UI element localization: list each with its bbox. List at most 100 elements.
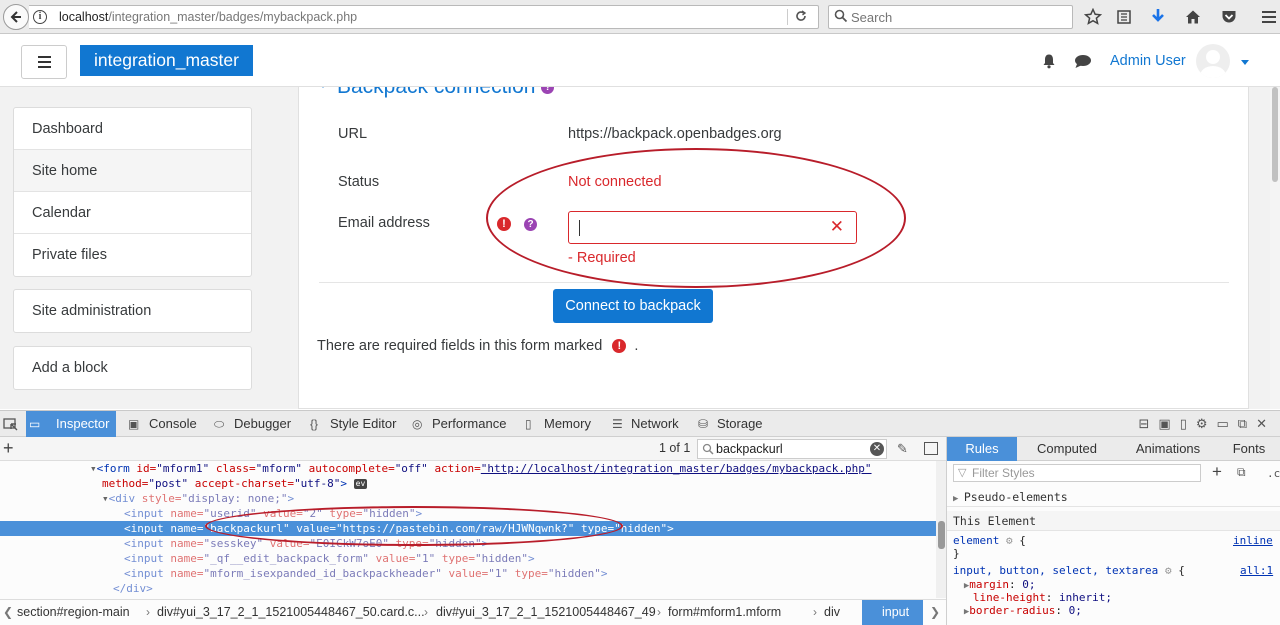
search-icon <box>702 443 714 455</box>
split-console-icon: ⊟ <box>1138 416 1159 431</box>
home-icon[interactable] <box>1183 7 1203 27</box>
breadcrumb-separator-icon: › <box>657 605 661 619</box>
browser-search-input[interactable] <box>851 8 1066 26</box>
bookmark-star-icon[interactable] <box>1083 7 1103 27</box>
css-declaration[interactable]: ▶border-radius: 0; <box>953 604 1082 619</box>
breadcrumb-scroll-right-icon[interactable]: ❯ <box>930 600 940 625</box>
rules-sidebar: Rules Computed Animations Fonts ▽ Filter … <box>946 437 1280 625</box>
markup-line[interactable]: <input name="userid" value="2" type="hid… <box>0 506 936 521</box>
email-help-icon[interactable]: ? <box>524 218 537 231</box>
node-breadcrumbs: ❮ section#region-main › div#yui_3_17_2_1… <box>0 599 946 625</box>
css-declaration[interactable]: line-height: inherit; <box>953 591 1112 605</box>
markup-line[interactable]: method="post" accept-charset="utf-8"> ev <box>0 476 936 491</box>
tab-console[interactable]: ▣ Console <box>120 411 204 437</box>
url-text[interactable]: localhost/integration_master/badges/myba… <box>59 10 357 24</box>
collapse-caret-icon[interactable] <box>319 87 327 88</box>
url-value: https://backpack.openbadges.org <box>568 126 782 142</box>
element-rule[interactable]: element ⚙ { <box>953 534 1026 548</box>
text-cursor <box>579 220 580 236</box>
tab-memory[interactable]: ▯ Memory <box>517 411 595 437</box>
markup-line[interactable]: ▾<form id="mform1" class="mform" autocom… <box>0 461 936 476</box>
reload-icon[interactable] <box>794 9 812 25</box>
markup-line[interactable]: ▾<div style="display: none;"> <box>0 491 936 506</box>
settings-gear-icon: ⚙ <box>1195 416 1217 431</box>
markup-search-box[interactable]: ✕ <box>697 439 887 459</box>
toggle-sidebar-icon[interactable] <box>924 442 938 455</box>
tab-style-editor[interactable]: {} Style Editor <box>302 411 398 437</box>
menu-icon[interactable] <box>1259 7 1279 27</box>
back-button[interactable] <box>3 4 29 30</box>
site-info-icon[interactable]: i <box>33 10 47 24</box>
clear-search-icon[interactable]: ✕ <box>870 442 884 456</box>
selected-markup-line[interactable]: <input name="backpackurl" value="https:/… <box>0 521 936 536</box>
sidebar-item-site-administration[interactable]: Site administration <box>14 290 251 332</box>
tab-fonts[interactable]: Fonts <box>1219 437 1279 461</box>
pocket-icon[interactable] <box>1219 7 1239 27</box>
sidebar-item-dashboard[interactable]: Dashboard <box>14 108 251 150</box>
tab-debugger[interactable]: ⬭ Debugger <box>206 411 298 437</box>
markup-toolbar: + 1 of 1 ✕ ✎ <box>0 437 946 461</box>
breadcrumb-item[interactable]: div#yui_3_17_2_1_1521005448467_49 <box>436 600 656 625</box>
markup-line[interactable]: <input name="sesskey" value="E0ICkW7oE0"… <box>0 536 936 551</box>
help-icon[interactable]: ? <box>541 87 555 94</box>
tab-rules[interactable]: Rules <box>947 437 1017 461</box>
add-rule-icon[interactable]: + <box>1212 462 1222 482</box>
breadcrumb-item[interactable]: section#region-main <box>17 600 130 625</box>
sidebar-item-add-block[interactable]: Add a block <box>14 347 251 389</box>
reading-list-icon[interactable] <box>1114 7 1134 27</box>
tab-performance[interactable]: ◎ Performance <box>404 411 514 437</box>
dock-side-icon: ▭ <box>1216 416 1238 431</box>
debugger-icon: ⬭ <box>214 417 225 431</box>
email-field[interactable]: ✕ <box>568 211 857 244</box>
tab-storage[interactable]: ⛁ Storage <box>690 411 766 437</box>
tab-network[interactable]: ☰ Network <box>604 411 684 437</box>
css-rule-selector[interactable]: input, button, select, textarea ⚙ { <box>953 564 1185 578</box>
user-avatar[interactable] <box>1196 44 1230 78</box>
breadcrumb-separator-icon: › <box>146 605 150 619</box>
event-badge[interactable]: ev <box>353 479 368 489</box>
sidebar-item-calendar[interactable]: Calendar <box>14 192 251 234</box>
markup-scrollbar[interactable] <box>936 461 946 598</box>
tab-computed[interactable]: Computed <box>1025 437 1109 461</box>
filter-styles-input[interactable]: ▽ Filter Styles <box>953 464 1201 482</box>
breadcrumb-item-active[interactable]: input <box>862 600 924 625</box>
breadcrumb-item[interactable]: form#mform1.mform <box>668 600 781 625</box>
add-node-icon[interactable]: + <box>3 437 14 459</box>
rule-source-link[interactable]: inline <box>1233 534 1273 547</box>
sidebar-item-site-home[interactable]: Site home <box>14 150 251 192</box>
browser-search-bar[interactable] <box>828 5 1073 29</box>
rule-source-link[interactable]: all:1 <box>1240 564 1273 577</box>
site-brand-link[interactable]: integration_master <box>80 45 253 76</box>
breadcrumb-scroll-left-icon[interactable]: ❮ <box>3 600 13 625</box>
tab-inspector[interactable]: ▭ Inspector <box>26 411 116 437</box>
devtools-window-controls[interactable]: ⊟▣▯⚙▭⧉✕ <box>1138 416 1276 432</box>
required-icon: ! <box>497 217 511 231</box>
sidebar-item-private-files[interactable]: Private files <box>14 234 251 276</box>
breadcrumb-item[interactable]: div#yui_3_17_2_1_1521005448467_50.card.c… <box>157 600 425 625</box>
page-scrollbar[interactable] <box>1270 87 1280 409</box>
user-menu-name[interactable]: Admin User <box>1110 53 1186 69</box>
section-header[interactable]: Backpack connection ? <box>319 87 555 99</box>
markup-line[interactable]: <input name="mform_isexpanded_id_backpac… <box>0 566 936 581</box>
markup-line[interactable]: </div> <box>0 581 936 596</box>
tab-animations[interactable]: Animations <box>1123 437 1213 461</box>
breadcrumb-item[interactable]: div <box>824 600 840 625</box>
markup-line[interactable]: <input name="_qf__edit_backpack_form" va… <box>0 551 936 566</box>
element-picker-icon[interactable] <box>0 411 24 437</box>
connect-to-backpack-button[interactable]: Connect to backpack <box>553 289 713 323</box>
status-label: Status <box>338 174 380 190</box>
url-bar[interactable]: i localhost/integration_master/badges/my… <box>29 5 819 29</box>
pseudo-elements-toggle[interactable]: ▶ Pseudo-elements <box>947 487 1280 507</box>
eyedropper-icon[interactable]: ✎ <box>897 441 908 457</box>
notifications-bell-icon[interactable] <box>1041 53 1057 72</box>
inspector-icon: ▭ <box>29 417 41 431</box>
this-element-header: This Element <box>947 511 1280 531</box>
user-menu-caret-icon[interactable] <box>1241 60 1249 65</box>
downloads-icon[interactable] <box>1148 7 1168 27</box>
drawer-toggle-button[interactable] <box>21 45 67 79</box>
section-title[interactable]: Backpack connection <box>337 87 535 98</box>
markup-search-input[interactable] <box>716 441 866 457</box>
messages-icon[interactable] <box>1074 54 1092 72</box>
devtools-toolbar: ▭ Inspector ▣ Console ⬭ Debugger {} Style Ed… <box>0 411 1280 437</box>
required-icon: ! <box>612 339 627 354</box>
